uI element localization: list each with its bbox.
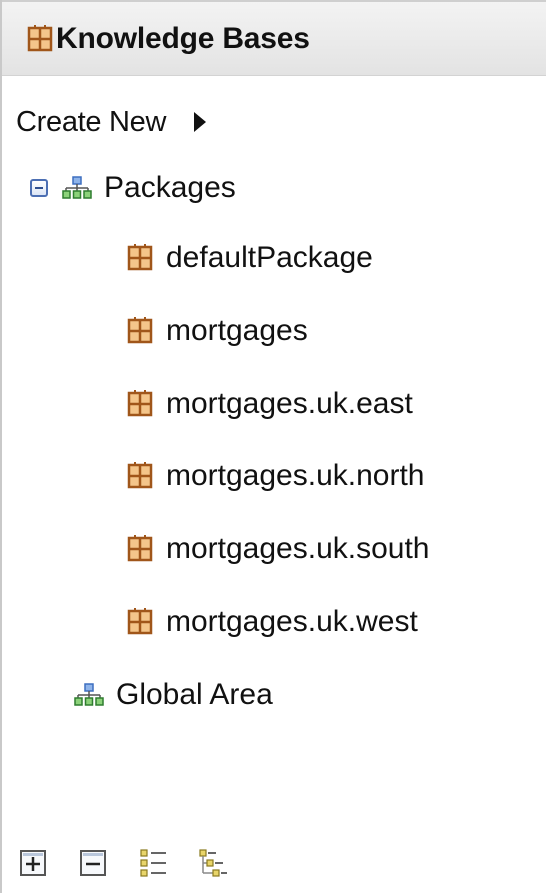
panel-title: Knowledge Bases: [56, 21, 310, 55]
expand-all-icon: [20, 850, 46, 876]
package-label: mortgages: [166, 314, 308, 347]
show-as-tree-button[interactable]: [196, 846, 230, 880]
create-new-label: Create New: [16, 105, 167, 138]
package-label: mortgages.uk.south: [166, 532, 430, 565]
tree-node-package[interactable]: defaultPackage: [126, 236, 373, 280]
hierarchy-icon: [62, 176, 92, 199]
tree-node-global-area[interactable]: Global Area: [74, 673, 273, 717]
show-as-tree-icon: [199, 849, 227, 877]
package-icon: [127, 535, 153, 562]
package-icon: [127, 244, 153, 271]
package-label: defaultPackage: [166, 241, 373, 274]
tree-node-packages[interactable]: Packages: [30, 166, 236, 210]
show-as-list-icon: [140, 849, 166, 877]
expand-all-button[interactable]: [16, 846, 50, 880]
show-as-list-button[interactable]: [136, 846, 170, 880]
submenu-arrow-icon: [194, 112, 207, 132]
tree-toolbar: [16, 843, 230, 883]
hierarchy-icon: [74, 683, 104, 706]
tree-node-package[interactable]: mortgages.uk.north: [126, 454, 424, 498]
tree-node-label: Global Area: [116, 678, 273, 711]
package-icon: [27, 24, 53, 51]
tree-node-label: Packages: [104, 171, 236, 204]
package-icon: [127, 317, 153, 344]
tree-node-package[interactable]: mortgages: [126, 309, 308, 353]
tree-node-package[interactable]: mortgages.uk.south: [126, 527, 429, 571]
panel-header: Knowledge Bases: [2, 0, 546, 76]
package-icon: [127, 608, 153, 635]
package-label: mortgages.uk.east: [166, 387, 413, 420]
collapse-all-icon: [80, 850, 106, 876]
tree-node-package[interactable]: mortgages.uk.east: [126, 382, 413, 426]
package-icon: [127, 390, 153, 417]
knowledge-bases-panel: Knowledge Bases Create New Packages defa…: [0, 0, 546, 893]
package-label: mortgages.uk.north: [166, 459, 425, 492]
tree-node-package[interactable]: mortgages.uk.west: [126, 600, 418, 644]
package-icon: [127, 462, 153, 489]
create-new-menu[interactable]: Create New: [16, 100, 207, 144]
collapse-all-button[interactable]: [76, 846, 110, 880]
package-label: mortgages.uk.west: [166, 605, 418, 638]
collapse-toggle-icon[interactable]: [30, 179, 48, 197]
